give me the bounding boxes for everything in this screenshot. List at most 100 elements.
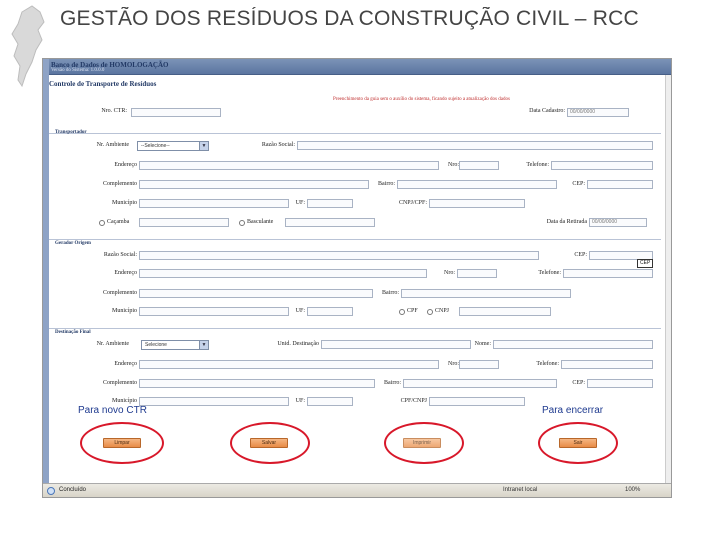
transportador-amb-select[interactable]: --Selecione-- ▼ — [137, 141, 209, 151]
gerador-complemento-label: Complemento — [103, 290, 137, 296]
page-done-icon — [47, 487, 55, 495]
vertical-scrollbar[interactable] — [665, 75, 671, 483]
destinacao-bairro-field[interactable] — [403, 379, 557, 388]
transportador-nro-field[interactable] — [459, 161, 499, 170]
cnpj-label: CNPJ — [435, 308, 450, 314]
basculante-radio[interactable] — [239, 220, 245, 226]
status-text: Concluído — [59, 487, 87, 493]
cpf-radio[interactable] — [399, 309, 405, 315]
transportador-cnpj-label: CNPJ/CPF: — [398, 200, 427, 206]
transportador-cep-label: CEP: — [572, 181, 585, 187]
basculante-label: Basculante — [247, 219, 274, 225]
gerador-municipio-field[interactable] — [139, 307, 289, 316]
transportador-municipio-label: Município — [112, 200, 137, 206]
destinacao-amb-select[interactable]: Selecione ▼ — [141, 340, 209, 350]
highlight-ring-imprimir — [384, 422, 464, 464]
ctr-label: Nro. CTR: — [101, 108, 127, 114]
transportador-telefone-label: Telefone: — [526, 162, 549, 168]
destinacao-municipio-field[interactable] — [139, 397, 289, 406]
select-value: --Selecione-- — [141, 143, 170, 149]
browser-status-bar: Concluído Intranet local 100% — [43, 483, 671, 497]
destinacao-endereco-field[interactable] — [139, 360, 439, 369]
gerador-nro-label: Nro: — [444, 270, 455, 276]
destinacao-complemento-label: Complemento — [103, 380, 137, 386]
warning-text: Preenchimento da guia sem o auxílio do s… — [333, 97, 510, 102]
destinacao-endereco-label: Endereço — [114, 361, 137, 367]
gerador-endereco-field[interactable] — [139, 269, 427, 278]
section-title-transportador: Transportador — [55, 130, 87, 135]
basculante-field[interactable] — [285, 218, 375, 227]
gerador-bairro-field[interactable] — [401, 289, 571, 298]
date-label: Data Cadastro: — [529, 108, 565, 114]
date-field[interactable]: 00/00/0000 — [567, 108, 629, 117]
transportador-endereco-label: Endereço — [114, 162, 137, 168]
gerador-doc-field[interactable] — [459, 307, 551, 316]
gerador-uf-field[interactable] — [307, 307, 353, 316]
transportador-telefone-field[interactable] — [551, 161, 653, 170]
gerador-complemento-field[interactable] — [139, 289, 373, 298]
transportador-razao-field[interactable] — [297, 141, 653, 150]
transportador-razao-label: Razão Social: — [261, 142, 295, 148]
gerador-bairro-label: Bairro: — [382, 290, 399, 296]
destinacao-unid-field[interactable] — [321, 340, 471, 349]
security-zone: Intranet local — [503, 487, 538, 493]
highlight-ring-sair — [538, 422, 618, 464]
transportador-complemento-field[interactable] — [139, 180, 369, 189]
chevron-down-icon: ▼ — [199, 341, 208, 349]
gerador-telefone-field[interactable] — [563, 269, 653, 278]
destinacao-nro-field[interactable] — [459, 360, 499, 369]
destinacao-cnpj-label: CPF/CNPJ — [400, 398, 427, 404]
transportador-complemento-label: Complemento — [103, 181, 137, 187]
transportador-amb-label: Nr. Ambiente — [96, 142, 129, 148]
gerador-endereco-label: Endereço — [114, 270, 137, 276]
gerador-uf-label: UF: — [295, 308, 305, 314]
app-version: Versão do Sistema: 1.0.0.0 — [51, 68, 105, 73]
destinacao-cep-field[interactable] — [587, 379, 653, 388]
transportador-bairro-label: Bairro: — [378, 181, 395, 187]
ctr-field[interactable] — [131, 108, 221, 117]
destinacao-nome-label: Nome: — [474, 341, 491, 347]
cpf-label: CPF — [407, 308, 418, 314]
transportador-municipio-field[interactable] — [139, 199, 289, 208]
destinacao-amb-label: Nr. Ambiente — [96, 341, 129, 347]
transportador-nro-label: Nro: — [448, 162, 459, 168]
destinacao-cnpj-field[interactable] — [429, 397, 525, 406]
gerador-razao-label: Razão Social: — [103, 252, 137, 258]
gerador-nro-field[interactable] — [457, 269, 497, 278]
destinacao-nome-field[interactable] — [493, 340, 653, 349]
cacamba-radio[interactable] — [99, 220, 105, 226]
destinacao-bairro-label: Bairro: — [384, 380, 401, 386]
destinacao-uf-label: UF: — [295, 398, 305, 404]
cnpj-radio[interactable] — [427, 309, 433, 315]
section-gerador — [49, 239, 661, 240]
destinacao-telefone-field[interactable] — [561, 360, 653, 369]
destinacao-unid-label: Unid. Destinação — [277, 341, 319, 347]
transportador-bairro-field[interactable] — [397, 180, 557, 189]
destinacao-cep-label: CEP: — [572, 380, 585, 386]
transportador-cnpj-field[interactable] — [429, 199, 525, 208]
zoom-level[interactable]: 100% — [625, 487, 640, 493]
select-value: Selecione — [145, 342, 167, 348]
transportador-endereco-field[interactable] — [139, 161, 439, 170]
highlight-ring-limpar — [80, 422, 164, 464]
transportador-cep-field[interactable] — [587, 180, 653, 189]
transportador-uf-label: UF: — [295, 200, 305, 206]
destinacao-complemento-field[interactable] — [139, 379, 375, 388]
note-encerrar: Para encerrar — [542, 405, 604, 416]
cacamba-field[interactable] — [139, 218, 229, 227]
gerador-telefone-label: Telefone: — [538, 270, 561, 276]
gerador-razao-field[interactable] — [139, 251, 539, 260]
destinacao-uf-field[interactable] — [307, 397, 353, 406]
note-novo-ctr: Para novo CTR — [78, 405, 147, 416]
form-title: Controle de Transporte de Resíduos — [49, 80, 157, 88]
slide-title: GESTÃO DOS RESÍDUOS DA CONSTRUÇÃO CIVIL … — [60, 7, 639, 30]
cacamba-label: Caçamba — [107, 219, 130, 225]
highlight-ring-salvar — [230, 422, 310, 464]
retirada-field[interactable]: 00/00/0000 — [589, 218, 647, 227]
section-title-destinacao: Destinação Final — [55, 330, 91, 335]
section-transportador — [49, 133, 661, 134]
transportador-uf-field[interactable] — [307, 199, 353, 208]
left-band — [43, 59, 49, 497]
destinacao-municipio-label: Município — [112, 398, 137, 404]
cep-search-button[interactable]: CEP — [637, 259, 654, 268]
